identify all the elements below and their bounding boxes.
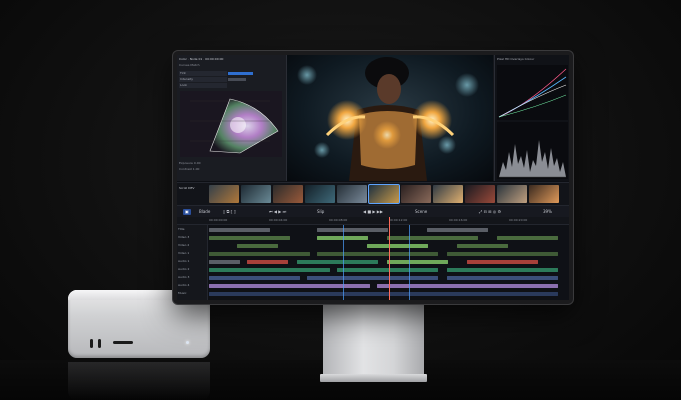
top-panel: Color · Node 01 · 00:00:00:00 Curves Mat…: [177, 55, 569, 181]
track-header[interactable]: Audio 1: [178, 259, 206, 264]
usb-c-port: [98, 339, 101, 348]
clip-thumbnail[interactable]: [337, 185, 367, 203]
track-header[interactable]: Audio 4: [178, 283, 206, 288]
timeline-marker: [343, 225, 344, 300]
timeline-clip[interactable]: [447, 268, 558, 272]
track-headers: Title Video 3 Video 2 Video 1 Audio 1 Au…: [177, 225, 208, 300]
ruler-tick: 00:00:16:00: [449, 218, 468, 222]
timeline-clip[interactable]: [237, 244, 278, 248]
track-header[interactable]: Video 1: [178, 251, 206, 256]
toolbar-icons[interactable]: ▯ ⧉ ⟦ ⟧: [223, 209, 236, 215]
track-header[interactable]: Video 2: [178, 243, 206, 248]
track-header[interactable]: Music: [178, 291, 206, 296]
clip-thumbnail-strip: Scroll DEV: [177, 182, 569, 205]
slider[interactable]: [228, 72, 253, 75]
display-stand-foot: [320, 374, 427, 382]
timeline-clip[interactable]: [447, 252, 558, 256]
color-panel-title: Color · Node 01 · 00:00:00:00: [179, 57, 224, 61]
clip-thumbnail[interactable]: [401, 185, 431, 203]
timeline-clip[interactable]: [209, 252, 310, 256]
timeline-clip[interactable]: [307, 276, 438, 280]
slider[interactable]: [228, 78, 246, 81]
timeline-clip[interactable]: [209, 236, 290, 240]
scopes-header[interactable]: Pixel HD Overlays Colour: [497, 57, 568, 61]
track-header[interactable]: Audio 2: [178, 267, 206, 272]
video-editor-screen: Color · Node 01 · 00:00:00:00 Curves Mat…: [177, 55, 569, 300]
play-icon[interactable]: ◀ ■ ▶ ▶▶: [363, 209, 383, 215]
playback-controls[interactable]: ⏮ ◀ ▶ ⏭: [269, 209, 286, 215]
color-panel-menu[interactable]: Curves Match: [179, 63, 284, 67]
timeline-clip[interactable]: [447, 276, 558, 280]
timeline-clip[interactable]: [209, 284, 370, 288]
timeline-tools[interactable]: ⤢ ⊟ ⊞ ◎ ⚙: [479, 209, 501, 215]
timeline-clip[interactable]: [387, 260, 448, 264]
timeline-clip[interactable]: [387, 236, 478, 240]
slip-tool[interactable]: Slip: [317, 209, 324, 215]
exposure-readout: Exposure 0.00: [179, 161, 201, 165]
track-header[interactable]: Title: [178, 227, 206, 232]
control-row[interactable]: Intensity: [179, 77, 227, 82]
clip-thumbnail[interactable]: [433, 185, 463, 203]
timeline-clip[interactable]: [317, 228, 388, 232]
waveform-icon: [497, 122, 568, 179]
timeline-clip[interactable]: [209, 228, 270, 232]
usb-c-port: [90, 339, 93, 348]
timeline-clip[interactable]: [317, 252, 438, 256]
edit-mode-button[interactable]: ▣: [183, 209, 191, 215]
track-header[interactable]: Video 3: [178, 235, 206, 240]
clip-thumbnail[interactable]: [241, 185, 271, 203]
vectorscope-icon: [497, 65, 568, 120]
track-header[interactable]: Audio 3: [178, 275, 206, 280]
zoom-level[interactable]: 39%: [543, 209, 552, 215]
color-controls: Tint Intensity Look: [179, 71, 227, 89]
ruler-tick: 00:00:12:00: [389, 218, 408, 222]
video-viewer[interactable]: [287, 55, 493, 181]
ruler-tick: 00:00:04:00: [269, 218, 288, 222]
timeline-clip[interactable]: [367, 244, 428, 248]
color-panel: Color · Node 01 · 00:00:00:00 Curves Mat…: [177, 55, 287, 181]
timeline-clip[interactable]: [497, 236, 558, 240]
mac-studio-reflection: [68, 362, 210, 400]
timeline-clip[interactable]: [337, 268, 438, 272]
ruler-tick: 00:00:00:00: [209, 218, 228, 222]
studio-display: Color · Node 01 · 00:00:00:00 Curves Mat…: [173, 51, 573, 304]
timeline-ruler[interactable]: 00:00:00:00 00:00:04:00 00:00:08:00 00:0…: [177, 217, 569, 225]
timeline-clip[interactable]: [209, 276, 300, 280]
clip-thumbnail-selected[interactable]: [368, 184, 400, 204]
timeline-clip[interactable]: [247, 260, 288, 264]
clip-thumbnail[interactable]: [305, 185, 335, 203]
timeline-clip[interactable]: [427, 228, 488, 232]
blade-tool[interactable]: Blade: [199, 209, 210, 215]
sd-card-slot: [113, 341, 133, 344]
clip-thumbnail[interactable]: [273, 185, 303, 203]
playhead[interactable]: [389, 217, 390, 300]
clip-thumbnail[interactable]: [497, 185, 527, 203]
ruler-tick: 00:00:08:00: [329, 218, 348, 222]
control-row[interactable]: Look: [179, 83, 227, 88]
display-stand: [323, 304, 424, 382]
timeline-marker: [409, 225, 410, 300]
timeline-clip[interactable]: [209, 268, 330, 272]
timeline-clip[interactable]: [467, 260, 538, 264]
clip-thumbnail[interactable]: [529, 185, 559, 203]
timeline-clip[interactable]: [209, 260, 240, 264]
control-row[interactable]: Tint: [179, 71, 227, 76]
power-indicator: [186, 341, 189, 344]
scopes-panel: Pixel HD Overlays Colour: [494, 55, 569, 181]
contrast-readout: Contrast 1.00: [179, 167, 200, 171]
timeline[interactable]: Title Video 3 Video 2 Video 1 Audio 1 Au…: [177, 217, 569, 300]
gamut-scope-icon: [180, 91, 282, 157]
clip-thumbnail[interactable]: [209, 185, 239, 203]
timeline-clip[interactable]: [209, 292, 558, 296]
scene-dropdown[interactable]: Scene: [415, 209, 427, 215]
ruler-tick: 00:00:20:00: [509, 218, 528, 222]
timeline-clip[interactable]: [457, 244, 508, 248]
clip-thumbnail[interactable]: [465, 185, 495, 203]
timeline-clip[interactable]: [297, 260, 378, 264]
viewer-frame: [297, 57, 479, 181]
timeline-clip[interactable]: [377, 284, 558, 288]
